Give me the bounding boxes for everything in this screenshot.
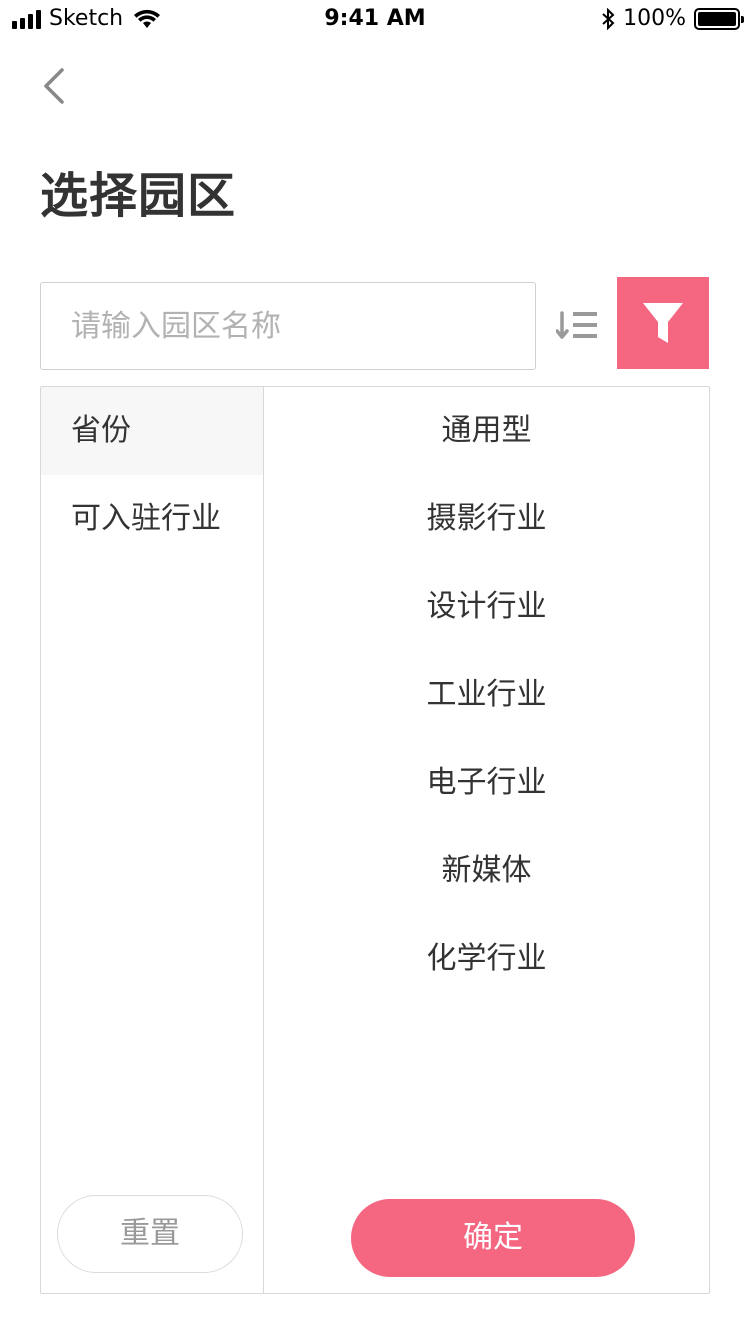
confirm-button[interactable]: 确定: [351, 1199, 635, 1277]
category-item-province[interactable]: 省份: [41, 387, 263, 475]
bluetooth-icon: [602, 7, 615, 30]
page-title: 选择园区: [40, 168, 237, 224]
filter-panel: 省份 可入驻行业 重置 通用型 摄影行业 设计行业 工业行业 电子行业 新媒体 …: [40, 386, 710, 1294]
chevron-left-icon[interactable]: [40, 66, 70, 106]
filter-button[interactable]: [617, 277, 709, 369]
option-item[interactable]: 设计行业: [264, 563, 709, 651]
battery-percent: 100%: [623, 6, 686, 31]
status-bar: Sketch 9:41 AM 100%: [0, 0, 750, 40]
funnel-icon: [643, 303, 683, 343]
sort-list-icon[interactable]: [556, 305, 600, 345]
category-item-industry[interactable]: 可入驻行业: [41, 475, 263, 563]
option-item[interactable]: 化学行业: [264, 915, 709, 1003]
reset-button[interactable]: 重置: [57, 1195, 243, 1273]
option-item[interactable]: 新媒体: [264, 827, 709, 915]
option-list: 通用型 摄影行业 设计行业 工业行业 电子行业 新媒体 化学行业: [264, 387, 709, 1293]
option-item[interactable]: 摄影行业: [264, 475, 709, 563]
option-item[interactable]: 通用型: [264, 387, 709, 475]
category-list: 省份 可入驻行业 重置: [41, 387, 264, 1293]
battery-icon: [694, 7, 744, 30]
search-box: [40, 282, 536, 370]
option-item[interactable]: 电子行业: [264, 739, 709, 827]
status-right: 100%: [601, 6, 744, 31]
option-item[interactable]: 工业行业: [264, 651, 709, 739]
search-input[interactable]: [41, 283, 535, 369]
